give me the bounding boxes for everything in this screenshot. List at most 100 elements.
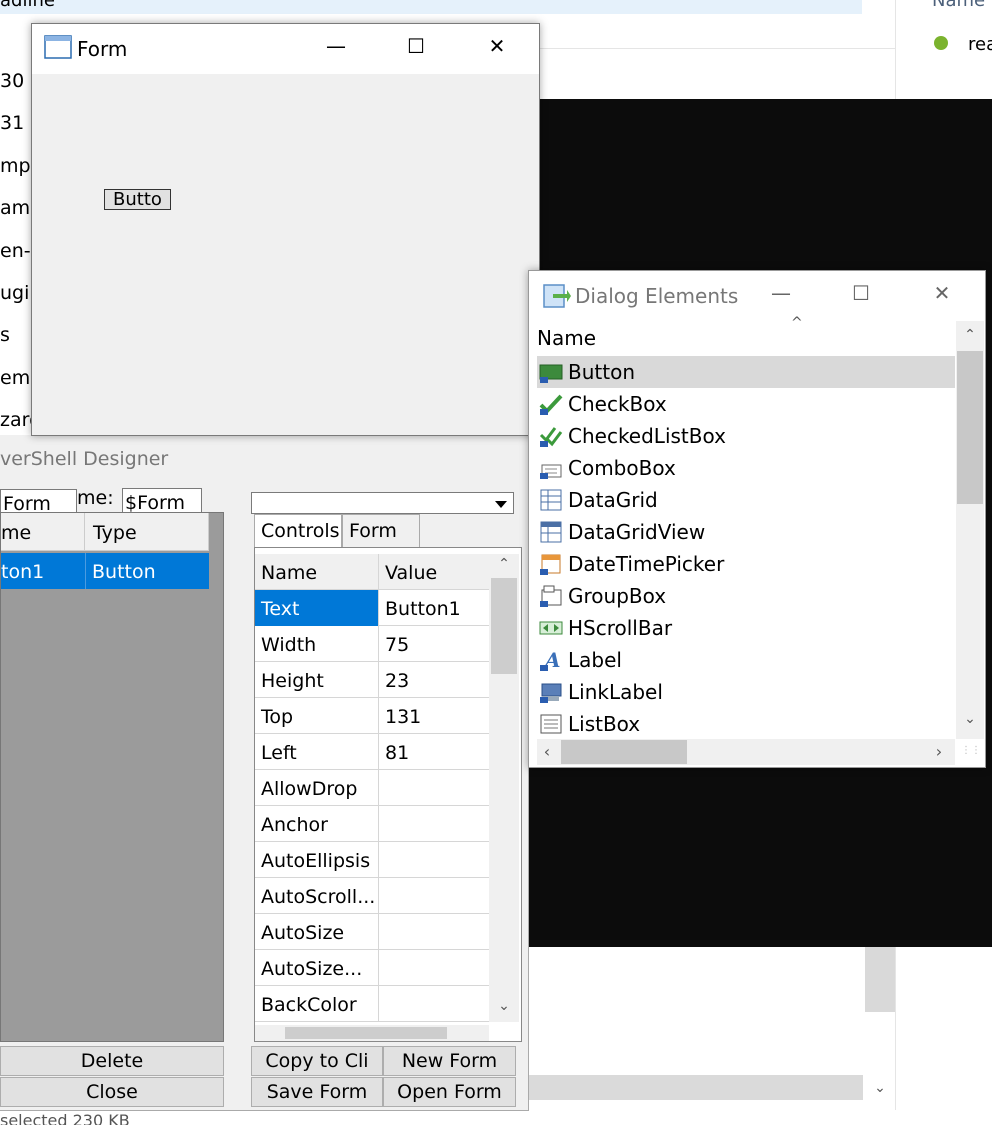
grid-row[interactable]: AutoScroll... bbox=[255, 878, 489, 914]
list-item[interactable]: HScrollBar bbox=[537, 612, 955, 644]
background-nav-item[interactable]: ugin bbox=[0, 272, 32, 314]
chevron-down-icon[interactable] bbox=[495, 501, 507, 508]
grid-row-value[interactable]: 131 bbox=[379, 698, 489, 734]
list-item[interactable]: ComboBox bbox=[537, 452, 955, 484]
form-preview-button[interactable]: Butto bbox=[104, 189, 171, 210]
list-item[interactable]: A Label bbox=[537, 644, 955, 676]
dialog-horizontal-thumb[interactable] bbox=[561, 740, 687, 764]
background-horizontal-scrollbar[interactable] bbox=[528, 1075, 863, 1100]
scroll-left-icon[interactable]: ‹ bbox=[537, 742, 557, 761]
grid-row[interactable]: Left 81 bbox=[255, 734, 489, 770]
open-form-button[interactable]: Open Form bbox=[383, 1077, 516, 1107]
grid-header-name[interactable]: Name bbox=[255, 554, 379, 590]
background-nav-list: 30 31 mp amp en-U ugin s eme zard bbox=[0, 60, 32, 440]
background-file-name[interactable]: rea bbox=[968, 34, 992, 55]
minimize-icon[interactable]: — bbox=[316, 34, 356, 58]
grid-row[interactable]: BackColor bbox=[255, 986, 489, 1022]
grid-row-value[interactable] bbox=[379, 950, 489, 986]
controls-list[interactable]: me Type ton1 Button bbox=[0, 512, 224, 1042]
scroll-up-icon[interactable]: ⌃ bbox=[959, 327, 981, 343]
grid-row[interactable]: AutoEllipsis bbox=[255, 842, 489, 878]
dialog-column-header[interactable]: Name bbox=[537, 326, 596, 350]
grid-row[interactable]: Height 23 bbox=[255, 662, 489, 698]
list-item[interactable]: DataGridView bbox=[537, 516, 955, 548]
list-item[interactable]: GroupBox bbox=[537, 580, 955, 612]
list-item-label: DataGrid bbox=[568, 488, 658, 512]
grid-vertical-thumb[interactable] bbox=[491, 578, 517, 674]
linklabel-icon bbox=[540, 683, 562, 703]
scroll-right-icon[interactable]: › bbox=[929, 742, 949, 761]
list-item[interactable]: Button bbox=[537, 356, 955, 388]
grid-row[interactable]: AutoSize... bbox=[255, 950, 489, 986]
form-preview-window: Form — ☐ ✕ Butto bbox=[31, 23, 540, 436]
list-item-label: Button bbox=[568, 360, 635, 384]
background-name-header[interactable]: Name bbox=[932, 0, 985, 11]
save-form-button[interactable]: Save Form bbox=[251, 1077, 383, 1107]
grid-row-value[interactable] bbox=[379, 806, 489, 842]
grid-row[interactable]: AutoSize bbox=[255, 914, 489, 950]
grid-row[interactable]: Anchor bbox=[255, 806, 489, 842]
property-grid[interactable]: Name Value Text Button1 Width 75 Height 23 … bbox=[254, 547, 522, 1042]
list-item[interactable]: CheckBox bbox=[537, 388, 955, 420]
resize-grip-icon[interactable]: ⋮⋮ bbox=[961, 746, 981, 763]
minimize-icon[interactable]: — bbox=[761, 281, 801, 305]
grid-header-value[interactable]: Value bbox=[379, 554, 489, 590]
list-item[interactable]: ListBox bbox=[537, 708, 955, 740]
background-nav-item[interactable]: s bbox=[0, 314, 32, 356]
grid-row-name: AutoSize bbox=[255, 914, 379, 950]
form-titlebar[interactable]: Form — ☐ ✕ bbox=[32, 24, 539, 74]
delete-button[interactable]: Delete bbox=[0, 1046, 224, 1076]
grid-row[interactable]: Top 131 bbox=[255, 698, 489, 734]
list-item[interactable]: CheckedListBox bbox=[537, 420, 955, 452]
list-row-name[interactable]: ton1 bbox=[1, 553, 85, 589]
grid-row[interactable]: Text Button1 bbox=[255, 590, 489, 626]
grid-row-value[interactable]: Button1 bbox=[379, 590, 489, 626]
list-item-label: DateTimePicker bbox=[568, 552, 725, 576]
background-nav-item[interactable]: eme bbox=[0, 357, 32, 399]
grid-row-name: AutoEllipsis bbox=[255, 842, 379, 878]
grid-row-value[interactable] bbox=[379, 770, 489, 806]
list-item-label: CheckBox bbox=[568, 392, 667, 416]
list-item[interactable]: DataGrid bbox=[537, 484, 955, 516]
dialog-vertical-thumb[interactable] bbox=[957, 351, 983, 504]
grid-row-value[interactable] bbox=[379, 878, 489, 914]
close-icon[interactable]: ✕ bbox=[477, 34, 517, 58]
grid-horizontal-thumb[interactable] bbox=[285, 1027, 447, 1039]
grid-row-value[interactable]: 23 bbox=[379, 662, 489, 698]
background-nav-item[interactable]: 31 bbox=[0, 102, 32, 144]
scroll-down-icon[interactable]: ⌄ bbox=[493, 998, 515, 1014]
sort-ascending-icon: ^ bbox=[791, 315, 803, 331]
background-nav-item[interactable]: 30 bbox=[0, 60, 32, 102]
background-nav-item[interactable]: amp bbox=[0, 187, 32, 229]
grid-row-value[interactable] bbox=[379, 914, 489, 950]
background-scrollbar-thumb[interactable] bbox=[865, 947, 895, 1012]
list-item-label: LinkLabel bbox=[568, 680, 663, 704]
list-item[interactable]: LinkLabel bbox=[537, 676, 955, 708]
grid-row-value[interactable]: 75 bbox=[379, 626, 489, 662]
tab-controls[interactable]: Controls bbox=[254, 514, 342, 547]
scroll-down-icon[interactable]: ⌄ bbox=[959, 711, 981, 727]
new-form-button[interactable]: New Form bbox=[383, 1046, 516, 1076]
maximize-icon[interactable]: ☐ bbox=[396, 34, 436, 58]
background-scroll-down-icon[interactable]: ⌄ bbox=[866, 1080, 894, 1100]
background-nav-item[interactable]: zard bbox=[0, 399, 32, 440]
grid-row[interactable]: Width 75 bbox=[255, 626, 489, 662]
scroll-up-icon[interactable]: ⌃ bbox=[493, 556, 515, 572]
grid-row-value[interactable] bbox=[379, 842, 489, 878]
close-button[interactable]: Close bbox=[0, 1077, 224, 1107]
grid-row-name: Text bbox=[255, 590, 379, 626]
list-header-type[interactable]: Type bbox=[85, 513, 209, 551]
background-nav-item[interactable]: mp bbox=[0, 145, 32, 187]
copy-to-clipboard-button[interactable]: Copy to Cli bbox=[251, 1046, 383, 1076]
list-item[interactable]: DateTimePicker bbox=[537, 548, 955, 580]
list-header-name[interactable]: me bbox=[1, 513, 85, 551]
background-nav-item[interactable]: en-U bbox=[0, 230, 32, 272]
grid-row-value[interactable]: 81 bbox=[379, 734, 489, 770]
list-row-type[interactable]: Button bbox=[85, 553, 209, 589]
close-icon[interactable]: ✕ bbox=[922, 281, 962, 305]
tab-form[interactable]: Form bbox=[342, 514, 420, 547]
control-type-combo[interactable] bbox=[251, 492, 514, 514]
grid-row-value[interactable] bbox=[379, 986, 489, 1022]
grid-row[interactable]: AllowDrop bbox=[255, 770, 489, 806]
maximize-icon[interactable]: ☐ bbox=[841, 281, 881, 305]
